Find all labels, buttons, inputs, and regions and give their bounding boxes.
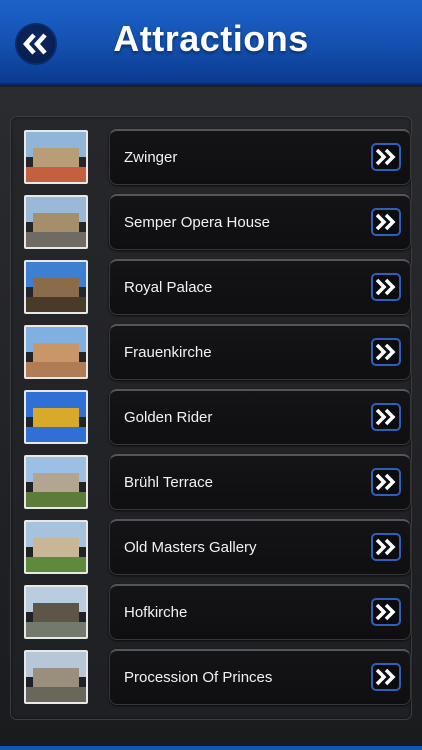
thumbnail-image (24, 325, 88, 379)
double-chevron-right-icon (375, 343, 396, 361)
list-item-label: Brühl Terrace (124, 474, 213, 491)
list-item-label: Zwinger (124, 149, 178, 166)
double-chevron-right-icon (375, 538, 396, 556)
double-chevron-right-icon (375, 148, 396, 166)
open-button[interactable] (371, 468, 401, 496)
open-button[interactable] (371, 598, 401, 626)
open-button[interactable] (371, 143, 401, 171)
list-item[interactable]: Frauenkirche (23, 324, 411, 384)
page-title: Attractions (113, 18, 309, 59)
list-item-label: Semper Opera House (124, 214, 270, 231)
list-item[interactable]: Procession Of Princes (23, 649, 411, 709)
open-button[interactable] (371, 273, 401, 301)
list-item[interactable]: Semper Opera House (23, 194, 411, 254)
thumbnail-image (24, 585, 88, 639)
list-item[interactable]: Golden Rider (23, 389, 411, 449)
thumbnail-image (24, 455, 88, 509)
list-item[interactable]: Zwinger (23, 129, 411, 189)
open-button[interactable] (371, 338, 401, 366)
list-item-label: Old Masters Gallery (124, 539, 257, 556)
list-item[interactable]: Old Masters Gallery (23, 519, 411, 579)
list-item-label: Golden Rider (124, 409, 213, 426)
open-button[interactable] (371, 533, 401, 561)
double-chevron-right-icon (375, 603, 396, 621)
thumbnail-image (24, 130, 88, 184)
thumbnail-image (24, 195, 88, 249)
list-item[interactable]: Royal Palace (23, 259, 411, 319)
thumbnail-image (24, 260, 88, 314)
list-item-label: Royal Palace (124, 279, 213, 296)
list-item[interactable]: Brühl Terrace (23, 454, 411, 514)
attractions-list: Zwinger Semper Opera House Royal Palace (10, 116, 412, 720)
bottom-accent-bar (0, 746, 422, 750)
thumbnail-image (24, 390, 88, 444)
open-button[interactable] (371, 208, 401, 236)
open-button[interactable] (371, 663, 401, 691)
thumbnail-image (24, 520, 88, 574)
list-item-label: Hofkirche (124, 604, 188, 621)
double-chevron-right-icon (375, 668, 396, 686)
double-chevron-right-icon (375, 473, 396, 491)
list-item-label: Frauenkirche (124, 344, 212, 361)
thumbnail-image (24, 650, 88, 704)
list-item[interactable]: Hofkirche (23, 584, 411, 644)
double-chevron-right-icon (375, 213, 396, 231)
list-item-label: Procession Of Princes (124, 669, 273, 686)
double-chevron-right-icon (375, 408, 396, 426)
double-chevron-right-icon (375, 278, 396, 296)
open-button[interactable] (371, 403, 401, 431)
header-bar: Attractions (0, 0, 422, 85)
